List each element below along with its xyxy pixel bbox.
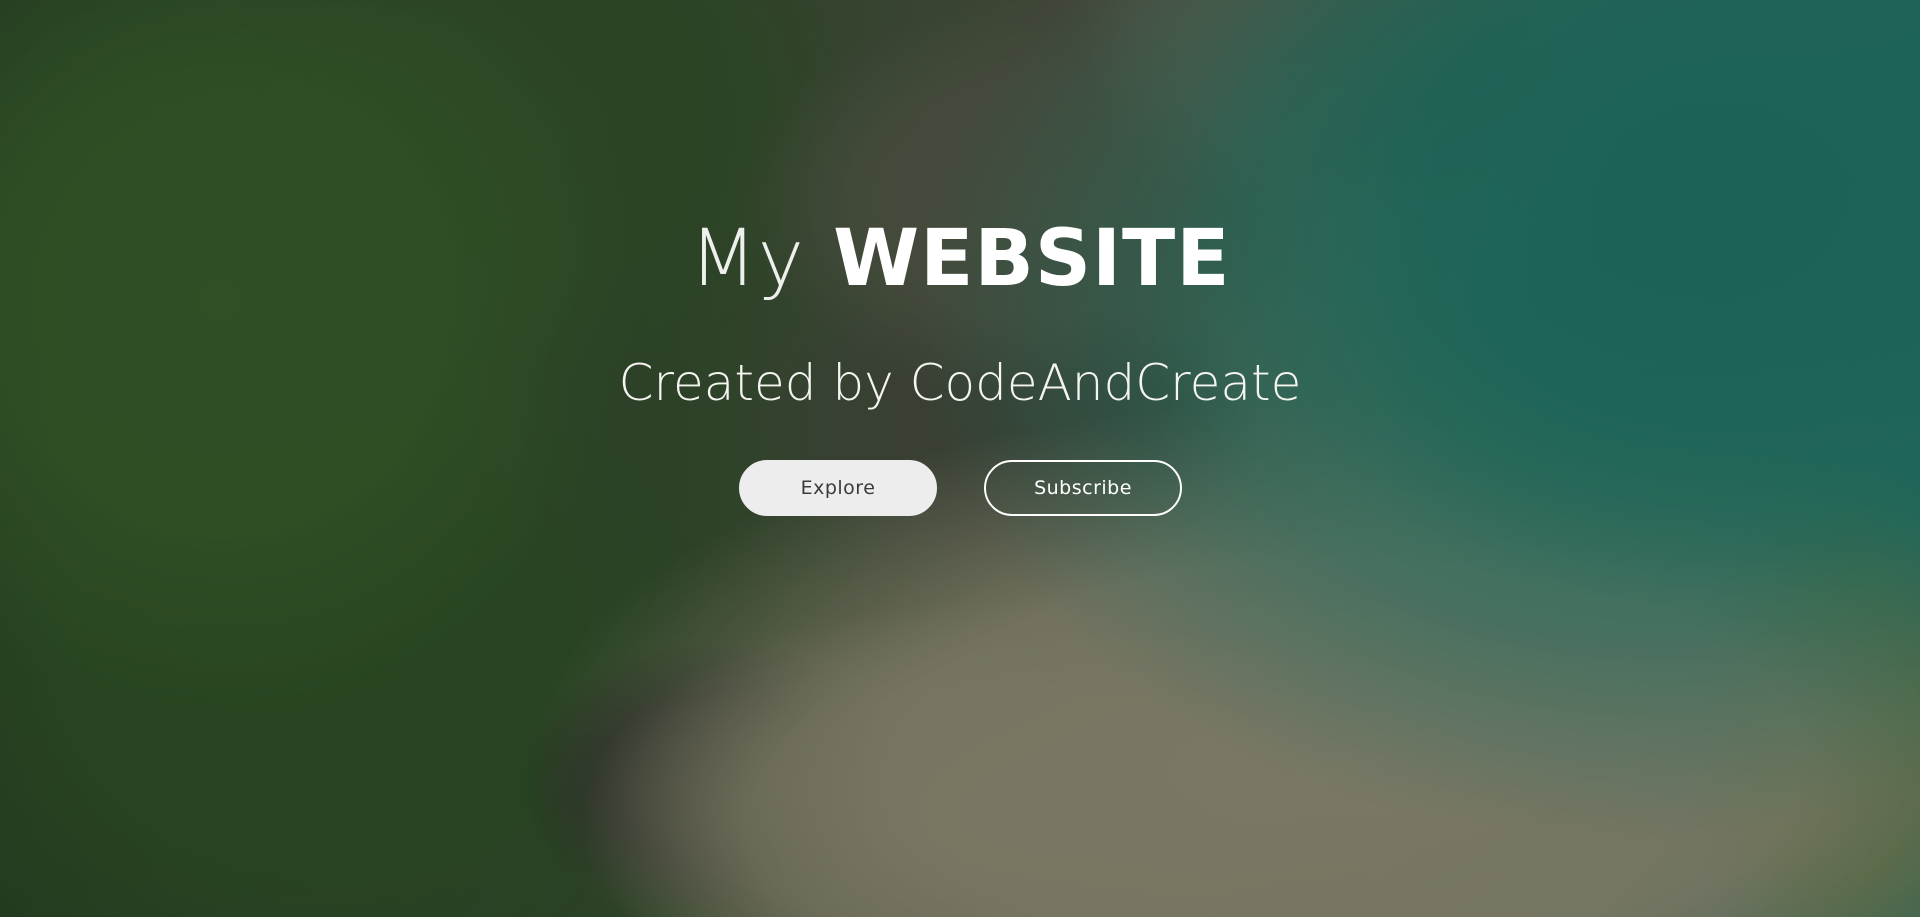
hero-subtitle: Created by CodeAndCreate (618, 354, 1302, 412)
hero-content: My WEBSITE Created by CodeAndCreate Expl… (0, 0, 1920, 917)
hero-title-light: My (689, 214, 805, 304)
hero-section: My WEBSITE Created by CodeAndCreate Expl… (0, 0, 1920, 917)
subscribe-button[interactable]: Subscribe (984, 460, 1182, 516)
explore-button[interactable]: Explore (739, 460, 937, 516)
hero-title-bold: WEBSITE (833, 214, 1231, 304)
hero-title: My WEBSITE (0, 212, 1920, 306)
